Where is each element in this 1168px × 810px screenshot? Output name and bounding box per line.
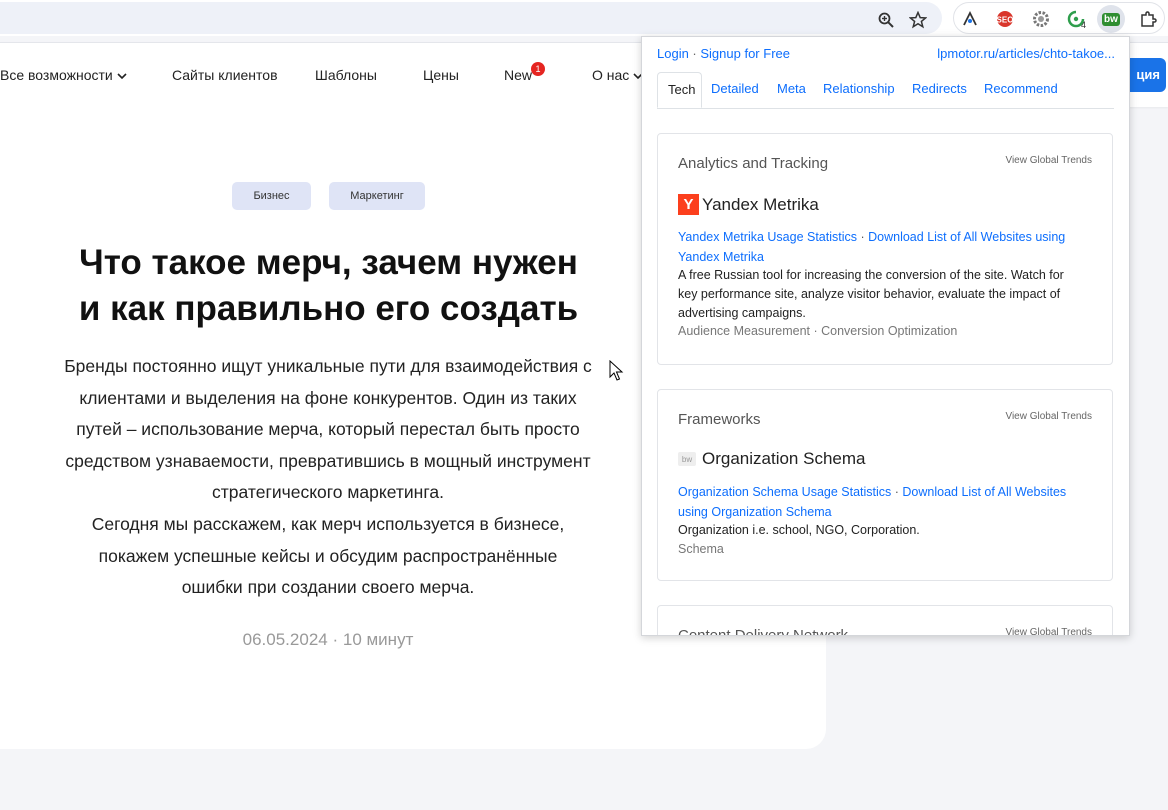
- tag-business[interactable]: Бизнес: [232, 182, 311, 210]
- yandex-metrika-logo-icon: Y: [678, 194, 699, 215]
- tech-categories: Schema: [678, 542, 724, 556]
- tab-recommend[interactable]: Recommend: [984, 72, 1058, 108]
- extensions-puzzle-icon[interactable]: [1137, 8, 1159, 30]
- tag-marketing[interactable]: Маркетинг: [329, 182, 425, 210]
- lead-line: стратегического маркетинга.: [212, 482, 444, 503]
- meta-separator: ·: [332, 630, 343, 649]
- login-link[interactable]: Login: [657, 46, 689, 61]
- lead-line: Бренды постоянно ищут уникальные пути дл…: [64, 356, 592, 376]
- ext-wave-icon[interactable]: [959, 8, 981, 30]
- builtwith-popup: Login · Signup for Free lpmotor.ru/artic…: [641, 36, 1130, 636]
- lead-line: средством узнаваемости, превратившись в …: [65, 450, 591, 471]
- article-title-line: Что такое мерч, зачем нужен: [79, 243, 578, 282]
- article-read-time: 10 минут: [342, 630, 414, 649]
- description-line: A free Russian tool for increasing the c…: [678, 268, 1064, 282]
- nav-about[interactable]: О нас: [592, 67, 643, 83]
- article-date: 06.05.2024: [242, 630, 328, 649]
- lead-line: клиентами и выделения на фоне конкуренто…: [79, 387, 577, 408]
- lead-line: Сегодня мы расскажем, как мерч используе…: [91, 513, 565, 534]
- tab-meta[interactable]: Meta: [777, 72, 806, 108]
- separator: ·: [688, 46, 701, 61]
- article-title-line: и как правильно его создать: [78, 289, 579, 328]
- zoom-icon[interactable]: [877, 11, 895, 29]
- tech-description: Organization i.e. school, NGO, Corporati…: [678, 521, 1098, 540]
- nav-new-badge: 1: [531, 62, 545, 76]
- view-global-trends-link[interactable]: View Global Trends: [1005, 627, 1092, 635]
- lead-line: ошибки при создании своего мерча.: [181, 577, 475, 598]
- lead-line: покажем успешные кейсы и обсудим распрос…: [98, 545, 558, 566]
- popup-account-row: Login · Signup for Free lpmotor.ru/artic…: [657, 46, 1115, 61]
- bookmark-star-icon[interactable]: [909, 11, 927, 29]
- usage-statistics-link[interactable]: Yandex Metrika Usage Statistics: [678, 230, 857, 244]
- separator: ·: [891, 485, 903, 499]
- ext-builtwith-icon[interactable]: bw: [1097, 5, 1125, 33]
- tech-item-title[interactable]: Y Yandex Metrika: [678, 194, 819, 215]
- tab-tech[interactable]: Tech: [657, 72, 702, 108]
- nav-features-label: Все возможности: [0, 67, 113, 83]
- ext-progress-badge: 4: [1081, 20, 1087, 30]
- address-bar[interactable]: [0, 2, 942, 34]
- analyzed-url-link[interactable]: lpmotor.ru/articles/chto-takoe...: [937, 46, 1115, 61]
- tech-description: A free Russian tool for increasing the c…: [678, 266, 1098, 323]
- category-heading: Content Delivery Network: [678, 627, 849, 636]
- description-line: advertising campaigns.: [678, 306, 806, 320]
- ext-seo-icon[interactable]: SEO: [994, 8, 1016, 30]
- separator: ·: [857, 230, 869, 244]
- article-meta: 06.05.2024 · 10 минут: [0, 630, 656, 650]
- tab-redirects[interactable]: Redirects: [912, 72, 967, 108]
- popup-tabs: Tech Detailed Meta Relationship Redirect…: [657, 72, 1114, 109]
- tech-categories: Audience Measurement · Conversion Optimi…: [678, 324, 958, 338]
- view-global-trends-link[interactable]: View Global Trends: [1005, 411, 1092, 422]
- view-global-trends-link[interactable]: View Global Trends: [1005, 155, 1092, 166]
- extensions-bar: SEO 4 bw: [953, 2, 1165, 34]
- tech-category-card: Content Delivery Network View Global Tre…: [657, 605, 1113, 636]
- ext-progress-icon[interactable]: 4: [1065, 8, 1087, 30]
- tech-category-card: Frameworks View Global Trends bw Organiz…: [657, 389, 1113, 581]
- tech-links: Yandex Metrika Usage Statistics · Downlo…: [678, 227, 1098, 267]
- tech-name: Yandex Metrika: [702, 194, 819, 214]
- svg-text:SEO: SEO: [997, 16, 1014, 25]
- description-line: Organization i.e. school, NGO, Corporati…: [678, 523, 920, 537]
- category-heading: Frameworks: [678, 411, 761, 428]
- ext-gear-icon[interactable]: [1030, 8, 1052, 30]
- tech-item-title[interactable]: bw Organization Schema: [678, 449, 865, 469]
- category-heading: Analytics and Tracking: [678, 155, 829, 172]
- nav-about-label: О нас: [592, 67, 630, 83]
- article-lead: Бренды постоянно ищут уникальные пути дл…: [48, 351, 608, 604]
- tab-relationship[interactable]: Relationship: [823, 72, 895, 108]
- nav-templates[interactable]: Шаблоны: [315, 67, 377, 83]
- nav-prices[interactable]: Цены: [423, 67, 459, 83]
- tech-links: Organization Schema Usage Statistics · D…: [678, 482, 1098, 522]
- mouse-cursor-icon: [609, 360, 624, 381]
- signup-link[interactable]: Signup for Free: [700, 46, 790, 61]
- description-line: key performance site, analyze visitor be…: [678, 287, 1061, 301]
- tab-detailed[interactable]: Detailed: [711, 72, 759, 108]
- browser-toolbar: SEO 4 bw: [0, 0, 1168, 36]
- ext-builtwith-label: bw: [1102, 12, 1120, 26]
- nav-features[interactable]: Все возможности: [0, 67, 127, 83]
- usage-statistics-link[interactable]: Organization Schema Usage Statistics: [678, 485, 891, 499]
- nav-new[interactable]: New: [504, 67, 532, 83]
- nav-clients[interactable]: Сайты клиентов: [172, 67, 278, 83]
- chevron-down-icon: [117, 73, 127, 80]
- article-title: Что такое мерч, зачем нужен и как правил…: [40, 240, 617, 332]
- tech-category-card: Analytics and Tracking View Global Trend…: [657, 133, 1113, 365]
- lead-line: путей – использование мерча, который пер…: [76, 419, 580, 440]
- organization-schema-logo-icon: bw: [678, 452, 696, 466]
- tech-name: Organization Schema: [702, 449, 866, 468]
